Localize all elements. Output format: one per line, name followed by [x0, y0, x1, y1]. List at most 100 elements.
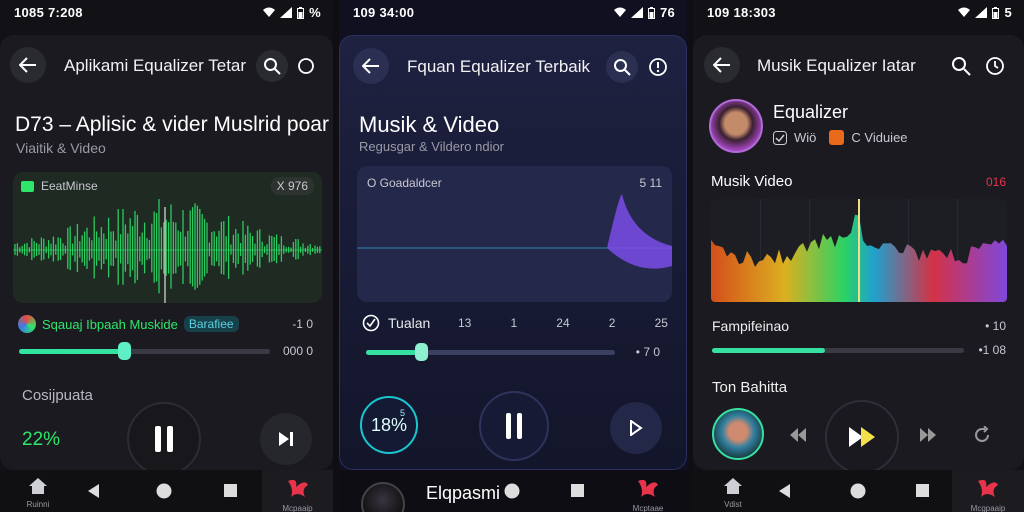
progress-value: •1 08 — [978, 343, 1006, 357]
progress-fill — [712, 348, 826, 353]
info-icon — [649, 58, 667, 76]
back-button[interactable] — [10, 47, 46, 83]
now-playing-avatar[interactable] — [712, 408, 764, 460]
status-bar: 1085 7:208 % — [14, 5, 321, 21]
home-icon — [724, 478, 742, 494]
battery-text: 5 — [1004, 5, 1012, 20]
main-card: Fquan Equalizer Terbaik Musik & Video Re… — [339, 35, 687, 470]
section-label: Cosijpuata — [22, 387, 93, 404]
main-card: Musik Equalizer Iatar Equalizer Wiö C Vi… — [693, 35, 1024, 474]
search-button[interactable] — [947, 52, 975, 80]
next-button[interactable] — [260, 413, 312, 465]
back-nav-icon[interactable] — [779, 484, 791, 498]
arrow-left-icon — [19, 57, 36, 73]
tuning-values: 13 1 24 2 25 — [458, 316, 668, 330]
nav-home[interactable]: Vdist — [719, 477, 747, 509]
progress-value: • 7 0 — [635, 345, 660, 359]
tuning-value: 1 — [510, 316, 518, 330]
signal-icon — [630, 7, 643, 18]
repeat-icon[interactable] — [973, 426, 991, 444]
back-button[interactable] — [704, 47, 740, 83]
progress-slider[interactable] — [712, 348, 964, 353]
profile-tag: C Viduiee — [851, 130, 908, 145]
brand-logo-icon — [638, 479, 658, 497]
nav-brand[interactable]: Mcptaae — [609, 470, 687, 512]
progress-knob[interactable] — [414, 343, 428, 361]
info-button[interactable] — [644, 53, 672, 81]
tuning-value: 24 — [556, 316, 570, 330]
progress-slider[interactable] — [366, 343, 615, 361]
settings-button[interactable] — [292, 52, 320, 80]
back-nav-icon[interactable] — [88, 484, 100, 498]
nav-home[interactable]: Ruinni — [24, 477, 52, 509]
bottom-title: Elqpasmi — [426, 483, 501, 503]
track-badge: Barafiee — [183, 316, 239, 332]
bottom-nav: Elqpasmi Mcptaae — [339, 470, 687, 512]
status-time: 109 18:303 — [707, 5, 776, 20]
back-button[interactable] — [353, 48, 389, 84]
waveform-meta[interactable]: X 976 — [270, 177, 314, 195]
clock-icon — [986, 57, 1004, 75]
play-button[interactable] — [825, 400, 899, 474]
status-bar: 109 18:303 5 — [707, 5, 1012, 21]
section-meta: 016 — [985, 175, 1006, 189]
rewind-icon[interactable] — [789, 427, 807, 443]
nav-brand[interactable]: Mcpaaip — [262, 470, 333, 512]
app-subtitle: Regusgar & Vildero ndior — [359, 139, 505, 154]
screen-2: 109 34:00 76 Fquan Equalizer Terbaik Mus… — [339, 0, 687, 512]
main-card: Aplikami Equalizer Tetar D73 – Aplisic &… — [0, 35, 333, 476]
tuning-value: 2 — [608, 316, 616, 330]
tuning-row: Tualan — [362, 314, 430, 332]
search-button[interactable] — [606, 51, 638, 83]
check-icon — [773, 130, 787, 145]
profile-avatar[interactable] — [709, 99, 763, 153]
recents-nav-icon[interactable] — [916, 484, 929, 497]
nav-home-label: Ruinni — [26, 500, 50, 509]
track-row[interactable]: Sqauaj Ibpaah Muskide Barafiee — [18, 315, 239, 333]
forward-icon[interactable] — [919, 427, 937, 443]
waveform-header: EeatMinse — [21, 179, 98, 193]
nav-home-label: Vdist — [724, 500, 742, 509]
header-title: Aplikami Equalizer Tetar — [64, 56, 247, 75]
progress-slider[interactable] — [19, 342, 270, 360]
home-icon — [29, 478, 47, 494]
recents-nav-icon[interactable] — [224, 484, 237, 497]
pause-button[interactable] — [479, 391, 549, 461]
next-button[interactable] — [610, 402, 662, 454]
status-icons: % — [263, 5, 321, 20]
battery-icon — [297, 6, 305, 19]
home-nav-icon[interactable] — [850, 483, 866, 499]
progress-knob[interactable] — [118, 342, 132, 360]
status-bar: 109 34:00 76 — [353, 5, 675, 21]
waveform-card: O Goadaldcer 5 11 — [357, 166, 672, 302]
waveform-label: EeatMinse — [41, 179, 98, 193]
brand-logo-icon — [978, 479, 998, 497]
play-icon — [849, 427, 875, 447]
arrow-left-icon — [362, 58, 379, 74]
now-playing-label: Ton Bahitta — [712, 379, 788, 396]
equalizer-icon — [21, 180, 34, 192]
battery-text: % — [309, 5, 321, 20]
status-icons: 76 — [613, 5, 675, 20]
screen-3: 109 18:303 5 Musik Equalizer Iatar Equal… — [693, 0, 1024, 512]
waveform-label: O Goadaldcer — [367, 176, 442, 190]
pause-button[interactable] — [127, 402, 201, 476]
battery-icon — [647, 6, 655, 19]
play-next-icon — [630, 420, 643, 436]
recents-nav-icon[interactable] — [571, 484, 584, 497]
app-subtitle: Viaitik & Video — [16, 140, 106, 156]
nav-brand-label: Mcpaaip — [282, 504, 313, 512]
header-title: Musik Equalizer Iatar — [757, 56, 916, 75]
timer-button[interactable] — [981, 52, 1009, 80]
track-avatar — [18, 315, 36, 333]
home-nav-icon[interactable] — [504, 483, 520, 499]
wifi-icon — [613, 7, 626, 17]
nav-brand[interactable]: Mcgpaaip — [952, 470, 1024, 512]
skip-next-icon — [279, 432, 293, 446]
level-sup: 5 — [399, 408, 405, 418]
nav-brand-label: Mcgpaaip — [970, 504, 1006, 512]
bottom-avatar[interactable] — [361, 482, 405, 512]
status-time: 1085 7:208 — [14, 5, 83, 20]
search-button[interactable] — [256, 50, 288, 82]
home-nav-icon[interactable] — [156, 483, 172, 499]
